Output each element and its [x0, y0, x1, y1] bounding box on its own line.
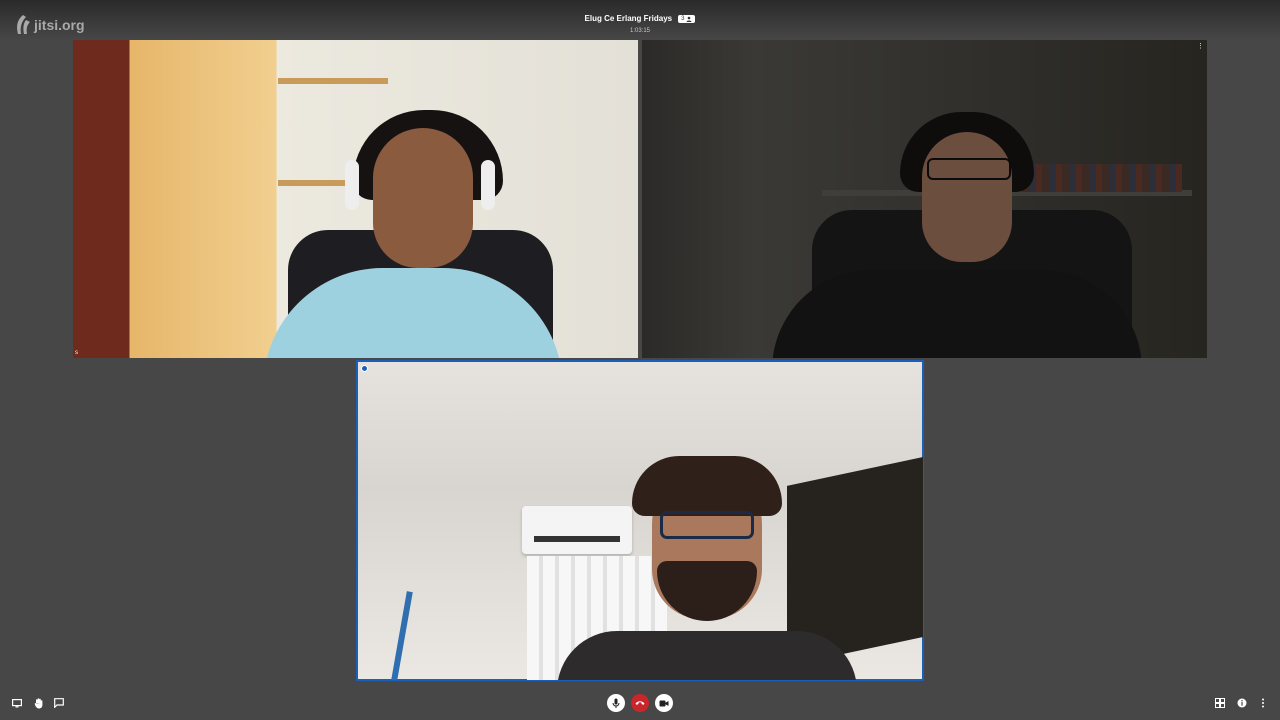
camera-icon	[655, 694, 673, 712]
conference-timer: 1:03:15	[629, 28, 651, 34]
microphone-button[interactable]	[607, 694, 625, 712]
headset-right	[481, 160, 495, 210]
video-tile-participant-3[interactable]	[356, 360, 924, 681]
screen-share-icon	[12, 698, 22, 707]
hangup-icon	[631, 694, 649, 712]
participant-count: 3	[681, 15, 685, 22]
clothes-rack	[391, 591, 413, 680]
screen-share-button[interactable]	[8, 694, 26, 712]
glasses	[660, 511, 754, 539]
conference-subject: Elug Ce Erlang Fridays 3 1:03:15	[0, 8, 1280, 34]
shelf	[278, 78, 388, 84]
tile-menu-icon[interactable]: ⋮	[1197, 42, 1204, 50]
books	[1022, 164, 1182, 192]
participant-hair	[632, 456, 782, 516]
microphone-icon	[607, 694, 625, 712]
video-tile-participant-1[interactable]: s	[73, 40, 638, 358]
headset-left	[345, 160, 359, 210]
raise-hand-button[interactable]	[30, 694, 48, 712]
glasses	[927, 158, 1011, 180]
conference-stage: jitsi.org Elug Ce Erlang Fridays 3 1:03:…	[0, 0, 1280, 720]
air-conditioner	[522, 506, 632, 554]
tile-view-icon	[1215, 698, 1225, 708]
participant-face	[922, 132, 1012, 262]
info-button[interactable]	[1233, 694, 1251, 712]
more-options-button[interactable]	[1254, 694, 1272, 712]
conference-name: Elug Ce Erlang Fridays	[584, 14, 673, 23]
bottom-toolbar	[0, 686, 1280, 720]
participant-body	[772, 270, 1142, 358]
participants-icon	[686, 16, 692, 22]
top-bar: jitsi.org Elug Ce Erlang Fridays 3 1:03:…	[0, 0, 1280, 40]
tile-view-button[interactable]	[1211, 694, 1229, 712]
hangup-button[interactable]	[631, 694, 649, 712]
more-icon	[1262, 698, 1264, 708]
video-tile-participant-2[interactable]: ⋮	[642, 40, 1207, 358]
dominant-speaker-indicator-icon	[361, 365, 368, 372]
raise-hand-icon	[34, 697, 43, 708]
participant-face	[373, 128, 473, 268]
participants-count-badge[interactable]: 3	[678, 14, 696, 23]
participant-beard	[657, 561, 757, 621]
audio-indicator: s	[75, 350, 78, 356]
participant-body	[557, 631, 857, 680]
info-icon	[1237, 698, 1247, 708]
camera-button[interactable]	[655, 694, 673, 712]
chat-button[interactable]	[50, 694, 68, 712]
chat-icon	[54, 698, 64, 708]
